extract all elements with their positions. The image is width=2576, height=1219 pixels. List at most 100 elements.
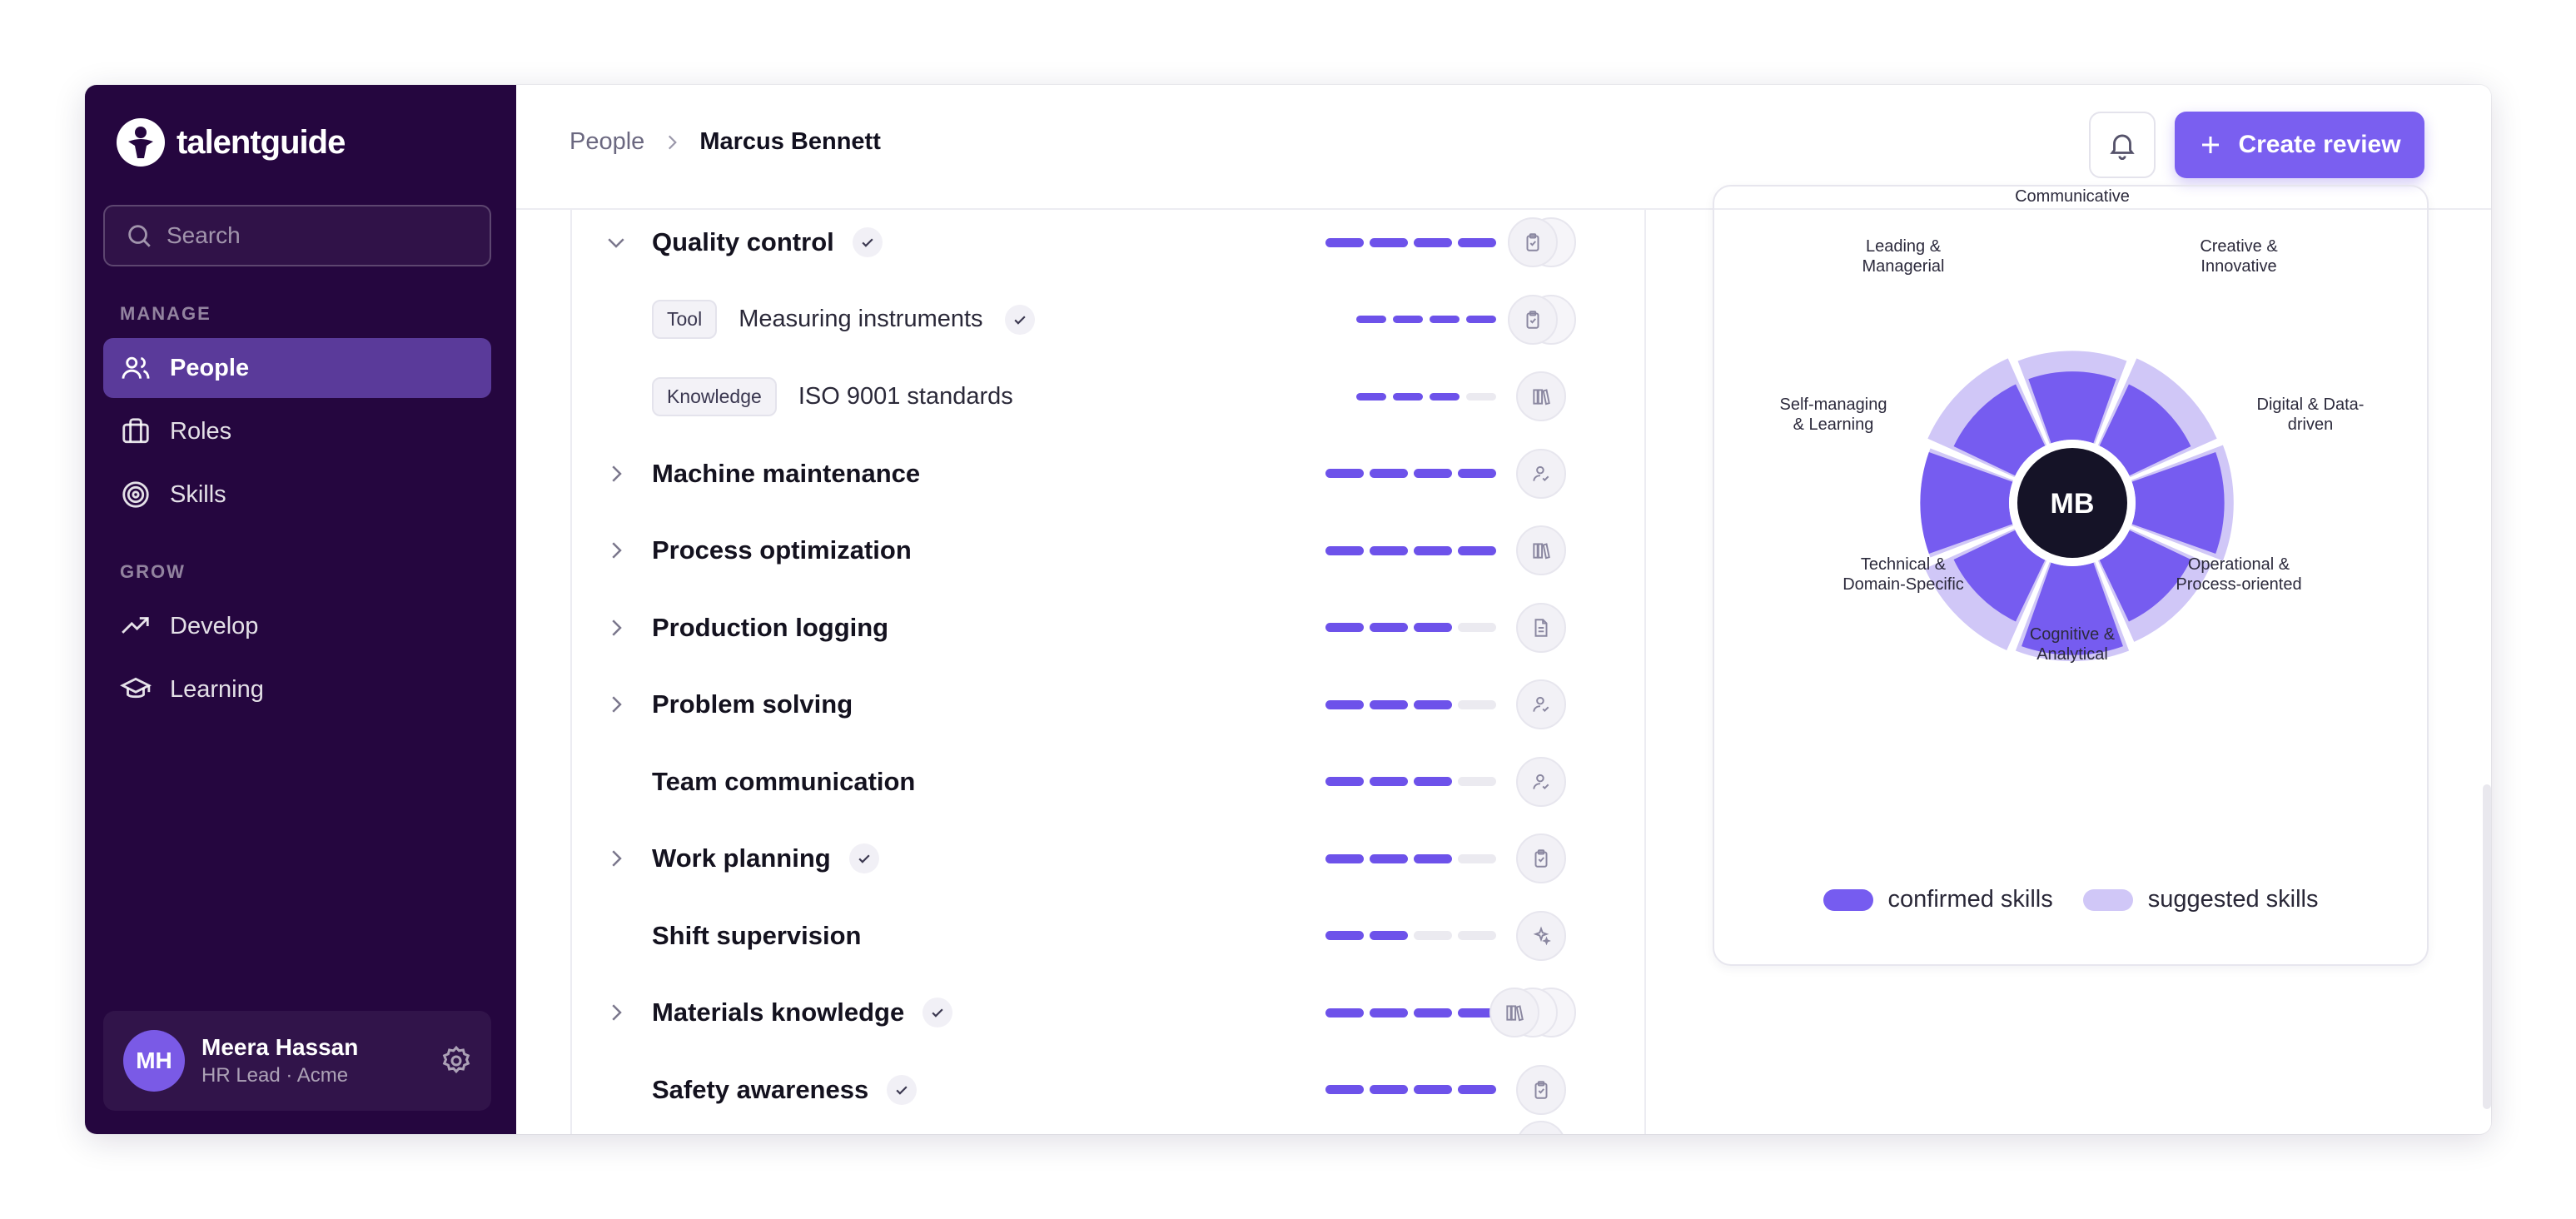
- legend-suggested: suggested skills: [2082, 886, 2318, 913]
- avatar: MH: [123, 1030, 185, 1092]
- skill-row[interactable]: Machine maintenance: [572, 435, 1644, 512]
- chevron-down-icon[interactable]: [604, 230, 629, 255]
- chevron-right-icon[interactable]: [604, 692, 629, 717]
- level-segment: [1458, 777, 1496, 786]
- level-segment: [1414, 623, 1452, 632]
- level-segment: [1458, 237, 1496, 247]
- chevron-right-icon: [669, 135, 678, 149]
- level-segment: [1466, 392, 1496, 401]
- skills-list: Quality control Tool Measuring instruments…: [570, 210, 1646, 1134]
- skill-row[interactable]: Team communication: [572, 744, 1644, 820]
- skill-level-bars: [1325, 1008, 1496, 1017]
- current-user-card[interactable]: MH Meera Hassan HR Lead · Acme: [103, 1011, 491, 1111]
- legend-label-confirmed: confirmed skills: [1887, 886, 2053, 913]
- sidebar-item-roles[interactable]: Roles: [103, 401, 491, 461]
- search-input[interactable]: Search: [103, 205, 491, 266]
- skill-subitem-row[interactable]: Tool Measuring instruments: [572, 281, 1644, 358]
- radar-axis-label-line: Leading &: [1865, 237, 1942, 256]
- graduation-cap-icon: [120, 677, 152, 699]
- level-segment: [1414, 699, 1452, 709]
- skill-row[interactable]: Problem solving: [572, 666, 1644, 743]
- gear-icon[interactable]: [440, 1044, 473, 1077]
- skill-row[interactable]: Safety awareness: [572, 1052, 1644, 1128]
- level-segment: [1458, 469, 1496, 478]
- level-segment: [1370, 237, 1408, 247]
- skill-type-tag: Tool: [652, 300, 718, 339]
- radar-axis-label-line: Innovative: [2201, 257, 2277, 276]
- books-icon[interactable]: [1489, 988, 1539, 1037]
- skill-row[interactable]: Shift supervision: [572, 898, 1644, 974]
- level-segment: [1325, 237, 1364, 247]
- skill-subitem-row[interactable]: Knowledge ISO 9001 standards: [572, 358, 1644, 435]
- clipboard-icon[interactable]: [1516, 833, 1566, 883]
- sidebar-item-skills[interactable]: Skills: [103, 465, 491, 525]
- briefcase-icon: [122, 418, 149, 444]
- chevron-right-icon[interactable]: [604, 846, 629, 871]
- create-review-label: Create review: [2238, 131, 2401, 158]
- sidebar: talentguide Search MANAGE People Roles S…: [85, 85, 516, 1134]
- skill-row[interactable]: Materials knowledge: [572, 974, 1644, 1051]
- skill-level-bars: [1325, 931, 1496, 940]
- books-icon[interactable]: [1516, 371, 1566, 421]
- radar-axis-label-line: Managerial: [1862, 257, 1945, 276]
- level-segment: [1414, 1085, 1452, 1094]
- skill-row[interactable]: Work planning: [572, 820, 1644, 897]
- books-icon[interactable]: [1516, 525, 1566, 575]
- chevron-right-icon[interactable]: [604, 1000, 629, 1025]
- document-icon[interactable]: [1516, 602, 1566, 653]
- level-segment: [1370, 1008, 1408, 1017]
- breadcrumb-people-link[interactable]: People: [569, 128, 644, 156]
- verified-check-icon: [852, 227, 883, 257]
- sidebar-item-develop[interactable]: Develop: [103, 596, 491, 656]
- sidebar-item-people[interactable]: People: [103, 338, 491, 398]
- skills-profile-panel: MB Communicative Creative & Innovative Digi…: [1646, 185, 2491, 1134]
- level-segment: [1393, 316, 1423, 323]
- radar-axis-label-line: Analytical: [2036, 645, 2108, 664]
- chevron-right-icon[interactable]: [604, 461, 629, 486]
- radar-axis-label-line: & Learning: [1793, 415, 1874, 434]
- skill-row[interactable]: Production logging: [572, 590, 1644, 666]
- level-segment: [1325, 931, 1364, 940]
- chevron-right-icon[interactable]: [604, 615, 629, 640]
- radar-axis-label: Leading & Managerial: [1862, 236, 1945, 276]
- bell-icon: [2110, 134, 2135, 160]
- level-segment: [1370, 623, 1408, 632]
- level-segment: [1325, 545, 1364, 555]
- level-segment: [1325, 853, 1364, 863]
- user-check-icon[interactable]: [1516, 448, 1566, 499]
- legend-confirmed: confirmed skills: [1823, 886, 2053, 913]
- radar-legend: confirmed skills suggested skills: [1714, 886, 2427, 913]
- chevron-right-icon[interactable]: [604, 538, 629, 563]
- radar-axis-label: Technical & Domain-Specific: [1842, 555, 1964, 595]
- skill-row[interactable]: Quality control: [572, 210, 1644, 281]
- sparkles-icon[interactable]: [1516, 910, 1566, 961]
- skill-level-bars: [1325, 623, 1496, 632]
- skill-name: ISO 9001 standards: [798, 382, 1013, 410]
- user-check-icon[interactable]: [1516, 756, 1566, 807]
- level-segment: [1458, 545, 1496, 555]
- create-review-button[interactable]: Create review: [2175, 112, 2424, 178]
- clipboard-icon[interactable]: [1508, 294, 1558, 345]
- level-segment: [1458, 931, 1496, 940]
- level-segment: [1458, 623, 1496, 632]
- notifications-button[interactable]: [2089, 112, 2156, 178]
- skill-name: Problem solving: [652, 689, 853, 719]
- clipboard-icon[interactable]: [1508, 217, 1558, 267]
- legend-swatch-confirmed: [1823, 888, 1873, 911]
- skill-name: Shift supervision: [652, 920, 862, 950]
- radar-axis-label-line: Process-oriented: [2176, 575, 2302, 594]
- skill-row[interactable]: Process optimization: [572, 512, 1644, 589]
- verified-check-icon: [1004, 304, 1035, 335]
- sidebar-item-label: People: [170, 354, 250, 381]
- brand-logo[interactable]: talentguide: [117, 118, 346, 167]
- logo-icon: [117, 118, 165, 167]
- clipboard-icon[interactable]: [1516, 1064, 1566, 1115]
- section-label-grow: GROW: [120, 561, 186, 582]
- skill-name: Materials knowledge: [652, 998, 905, 1027]
- level-segment: [1356, 316, 1386, 323]
- user-name: Meera Hassan: [201, 1034, 359, 1060]
- scrollbar[interactable]: [2483, 784, 2491, 1109]
- level-segment: [1325, 699, 1364, 709]
- sidebar-item-learning[interactable]: Learning: [103, 659, 491, 719]
- user-check-icon[interactable]: [1516, 679, 1566, 729]
